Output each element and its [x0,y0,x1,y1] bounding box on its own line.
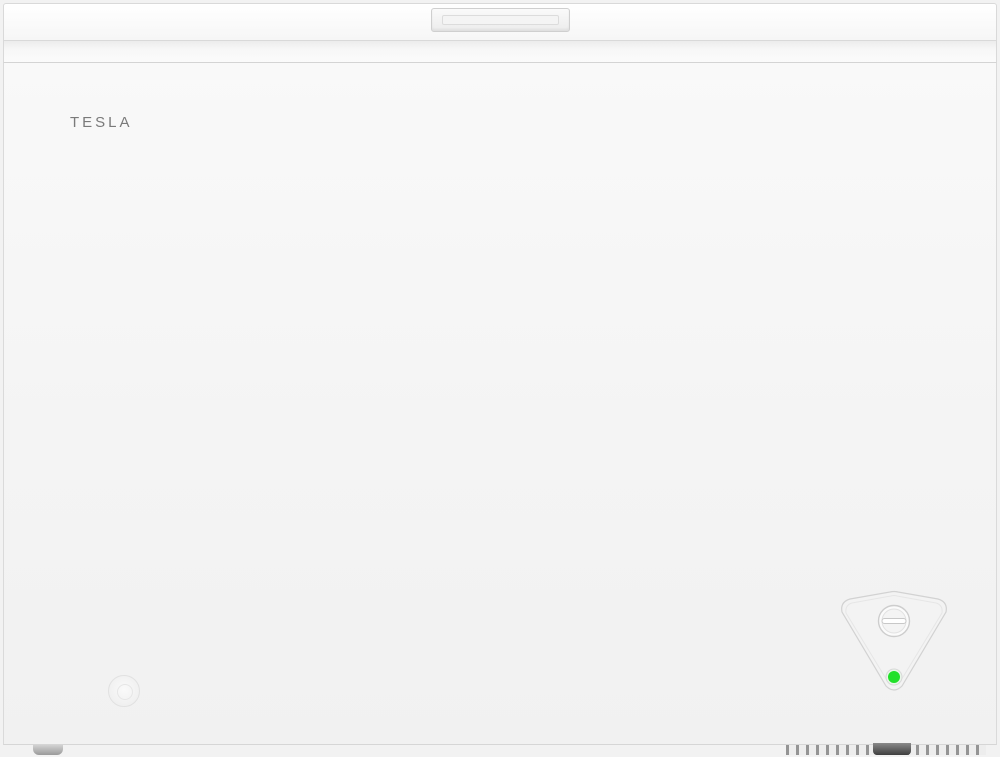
brand-logo: TESLA [70,114,133,131]
left-foot [33,744,63,755]
power-indicator-light [885,668,903,686]
thermostat-knob-icon[interactable] [877,604,911,638]
lid-handle[interactable] [431,8,570,32]
chest-freezer: TESLA [0,0,1000,757]
control-panel [836,590,952,694]
lid-seam [3,41,997,63]
drain-plug-icon [108,675,140,707]
right-foot [873,743,911,755]
